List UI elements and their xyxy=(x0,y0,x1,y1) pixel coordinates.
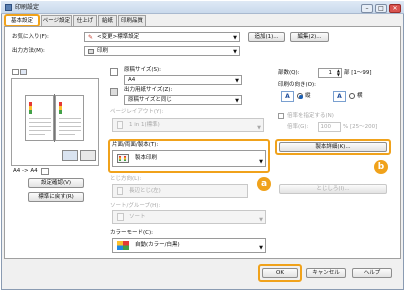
chevron-down-icon: ▼ xyxy=(259,159,263,165)
collate-value: ソート xyxy=(129,214,146,220)
copies-value: 1 xyxy=(328,70,333,76)
callout-a-badge: a xyxy=(257,177,271,191)
original-size-icon xyxy=(110,68,118,76)
landscape-label: 横 xyxy=(357,93,363,99)
output-size-label: 出力用紙サイズ(Z): xyxy=(124,87,173,93)
callout-b-badge: b xyxy=(374,160,388,174)
favorites-label: お気に入り(F): xyxy=(12,34,49,40)
color-mode-value: 自動(カラー/白黒) xyxy=(135,242,180,248)
window-title: 印刷設定 xyxy=(15,4,40,11)
duplex-value: 製本印刷 xyxy=(135,155,158,161)
page-layout-value: 1 in 1(標準) xyxy=(129,122,160,128)
chevron-down-icon: ▼ xyxy=(233,49,237,55)
scale-label: 倍率(G): xyxy=(287,124,309,130)
output-method-value: 印刷 xyxy=(97,48,109,54)
add-favorite-button[interactable]: 追加(1)... xyxy=(248,32,285,42)
binding-margin-button[interactable]: とじしろ(I)... xyxy=(279,184,387,194)
edit-favorite-button[interactable]: 編集(2)... xyxy=(290,32,329,42)
scale-checkbox-label: 倍率を指定する(N) xyxy=(287,113,334,119)
preview-left-page xyxy=(25,95,54,141)
chevron-down-icon: ▼ xyxy=(235,78,239,84)
original-size-select[interactable]: A4 ▼ xyxy=(124,75,242,85)
page-layout-select[interactable]: 1 in 1(標準) ▼ xyxy=(112,118,264,132)
cancel-button[interactable]: キャンセル xyxy=(306,268,346,278)
binding-label: とじ方向(L): xyxy=(110,176,142,182)
color-bars-icon xyxy=(59,102,62,114)
portrait-icon[interactable]: A xyxy=(281,91,294,102)
output-size-select[interactable]: 原稿サイズと同じ ▼ xyxy=(124,95,242,105)
binding-select[interactable]: 長辺とじ(左) xyxy=(112,184,248,198)
booklet-icon xyxy=(62,150,78,161)
color-bars-icon xyxy=(29,102,32,114)
favorites-select[interactable]: ✎ <変更>標準設定 ▼ xyxy=(84,32,240,42)
color-mode-select[interactable]: 自動(カラー/白黒) ▼ xyxy=(112,238,266,253)
chevron-down-icon: ▼ xyxy=(257,125,261,131)
layout-view-icon[interactable] xyxy=(12,69,19,75)
copies-label: 部数(Q): xyxy=(278,70,300,76)
close-button[interactable]: ✕ xyxy=(389,4,401,13)
chevron-down-icon: ▼ xyxy=(233,35,237,41)
tab-paper-source[interactable]: 給紙 xyxy=(98,15,117,26)
maximize-button[interactable]: □ xyxy=(375,4,387,13)
restore-defaults-button[interactable]: 標準に戻す(R) xyxy=(28,192,84,202)
chevron-down-icon: ▼ xyxy=(259,217,263,223)
landscape-icon[interactable]: A xyxy=(333,91,346,102)
preview-caption: A4 -> A4 xyxy=(13,168,38,174)
chevron-down-icon: ▼ xyxy=(235,98,239,104)
print-dialog-icon xyxy=(41,168,49,175)
original-size-value: A4 xyxy=(128,77,136,83)
orientation-label: 印刷の向き(O): xyxy=(278,82,316,88)
binding-value: 長辺とじ(左) xyxy=(129,188,161,194)
scale-value: 100 xyxy=(320,124,332,130)
original-size-label: 原稿サイズ(S): xyxy=(124,67,161,73)
ok-button[interactable]: OK xyxy=(262,268,298,278)
preview-right-page xyxy=(55,95,84,141)
booklet-print-icon xyxy=(117,154,129,163)
scale-spinner[interactable]: 100 xyxy=(318,122,341,132)
page-layout-label: ページレイアウト(Y): xyxy=(110,109,164,115)
output-method-select[interactable]: 印刷 ▼ xyxy=(84,46,240,56)
output-size-value: 原稿サイズと同じ xyxy=(128,97,172,103)
tab-finishing[interactable]: 仕上げ xyxy=(73,15,97,26)
chevron-down-icon: ▼ xyxy=(259,245,263,251)
printer-view-icon[interactable] xyxy=(20,69,27,75)
scale-unit: % [25〜200] xyxy=(343,124,378,130)
collate-label: ソート/グループ(H): xyxy=(110,203,161,209)
spine-line xyxy=(54,94,55,142)
printer-icon xyxy=(5,4,12,11)
copies-unit: 部 [1〜99] xyxy=(344,70,372,76)
printer-device-icon xyxy=(80,150,96,161)
help-button[interactable]: ヘルプ xyxy=(352,268,392,278)
scale-checkbox[interactable] xyxy=(278,113,284,119)
tab-page-setup[interactable]: ページ設定 xyxy=(41,15,72,26)
sort-icon xyxy=(117,213,124,221)
color-mode-label: カラーモード(C): xyxy=(110,230,153,236)
spin-arrows-icon[interactable]: ▲ ▼ xyxy=(337,69,340,77)
output-paper-icon xyxy=(110,88,118,96)
duplex-label: 片面/両面/製本(T): xyxy=(112,142,159,148)
tab-print-quality[interactable]: 印刷品質 xyxy=(118,15,146,26)
portrait-label: 縦 xyxy=(305,93,311,99)
color-mode-icon xyxy=(117,241,129,250)
booklet-details-button[interactable]: 製本詳細(K)... xyxy=(279,142,387,152)
title-bar: 印刷設定 – □ ✕ xyxy=(1,1,404,14)
portrait-radio[interactable] xyxy=(297,93,303,99)
favorites-value: <変更>標準設定 xyxy=(97,34,140,40)
output-method-label: 出力方法(M): xyxy=(12,48,45,54)
duplex-select[interactable]: 製本印刷 ▼ xyxy=(112,150,266,167)
copies-spinner[interactable]: 1 ▲ ▼ xyxy=(318,68,342,78)
pencil-icon: ✎ xyxy=(88,34,94,41)
view-settings-button[interactable]: 設定確認(V) xyxy=(28,178,84,188)
print-icon xyxy=(88,49,94,54)
single-page-icon xyxy=(117,121,123,129)
binding-edge-icon xyxy=(117,187,123,195)
collate-select[interactable]: ソート ▼ xyxy=(112,210,266,224)
landscape-radio[interactable] xyxy=(349,93,355,99)
minimize-button[interactable]: – xyxy=(361,4,373,13)
